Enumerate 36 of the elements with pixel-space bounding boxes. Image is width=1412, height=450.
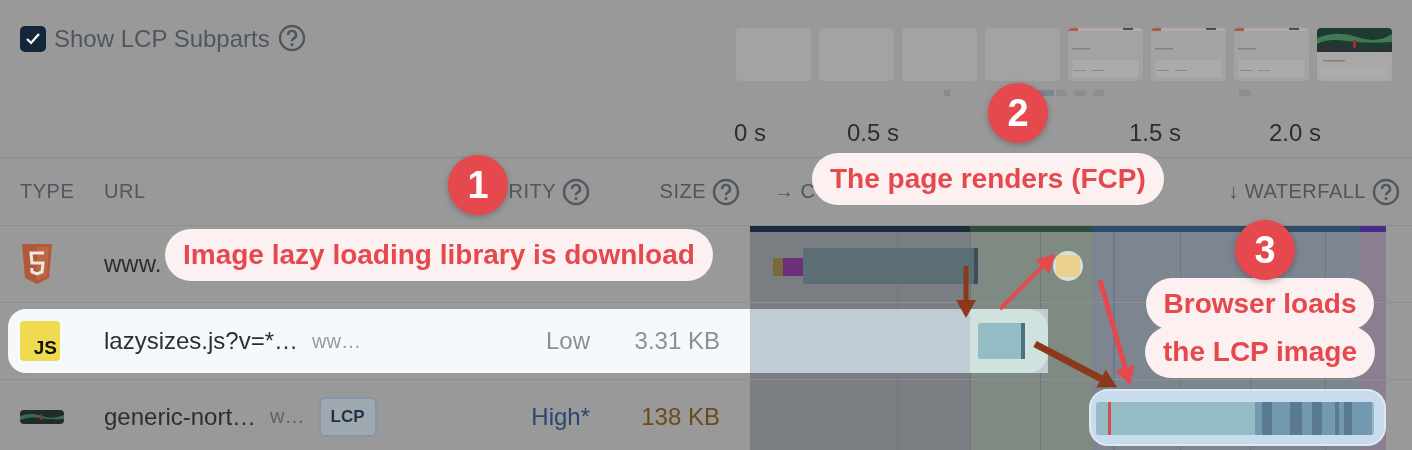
highlighted-row[interactable]: JS lazysizes.js?v=*… ww… Low 3.31 KB: [8, 309, 750, 373]
size-text: 3.31 KB: [634, 327, 720, 355]
help-icon[interactable]: [1372, 177, 1400, 206]
column-header[interactable]: TYPE: [20, 180, 75, 203]
help-icon[interactable]: [562, 177, 590, 206]
javascript-file-icon: JS: [20, 321, 60, 361]
help-icon[interactable]: [712, 177, 740, 206]
timeline-tick: 1.5 s: [1129, 119, 1183, 147]
callout-text: the LCP image: [1145, 326, 1375, 378]
callout-text: Image lazy loading library is download: [165, 229, 713, 281]
html-file-icon: [20, 244, 54, 284]
arrow: [998, 254, 1055, 311]
help-icon[interactable]: [277, 24, 306, 52]
timeline-tick: 2.0 s: [1269, 119, 1323, 147]
checkmark-icon: [25, 32, 41, 46]
priority-text: Low: [545, 327, 590, 355]
step-number: 1: [448, 155, 508, 215]
column-header[interactable]: URL: [104, 180, 146, 203]
checkbox-label: Show LCP Subparts: [54, 24, 270, 54]
arrow: [956, 266, 976, 318]
size-text: 138 KB: [641, 402, 720, 431]
priority-text: High*: [531, 402, 590, 431]
url-text[interactable]: generic-nort…: [104, 402, 257, 431]
checkbox[interactable]: [20, 26, 46, 52]
timeline-tick: 0 s: [734, 119, 767, 147]
filmstrip-frame[interactable]: [1317, 28, 1392, 81]
url-text[interactable]: www.: [104, 250, 162, 278]
domain-text: w…: [270, 405, 305, 428]
lcp-tag: LCP: [318, 396, 377, 437]
step-number: 2: [988, 83, 1048, 143]
column-header[interactable]: ↓ WATERFALL: [1228, 180, 1366, 203]
column-header[interactable]: RITY: [508, 180, 556, 203]
timeline-tick: 0.5 s: [847, 119, 901, 147]
url-text[interactable]: lazysizes.js?v=*…: [104, 327, 299, 355]
domain-text: ww…: [312, 329, 361, 353]
column-header[interactable]: SIZE: [659, 180, 706, 203]
